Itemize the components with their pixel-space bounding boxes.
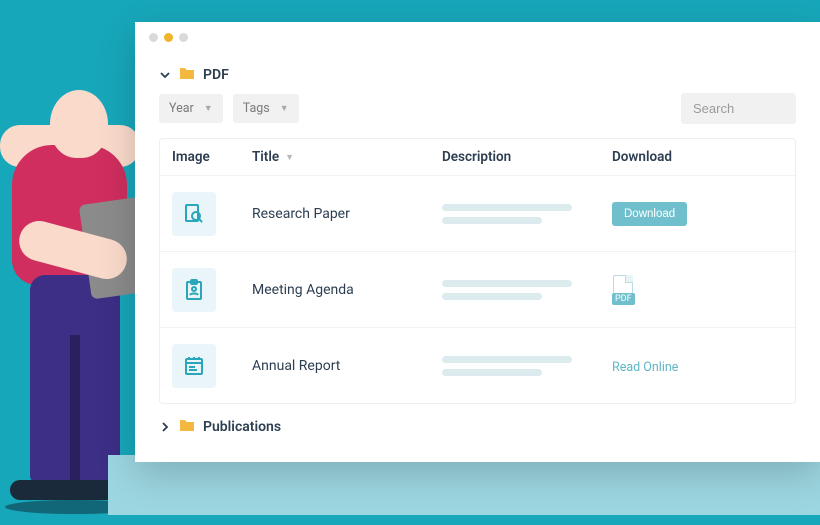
row-title: Annual Report [252,358,442,374]
table-row: Annual Report Read Online [160,327,795,403]
caret-down-icon: ▼ [280,103,289,114]
read-online-link[interactable]: Read Online [612,360,678,375]
doc-search-icon [172,192,216,236]
table-header: Image Title ▼ Description Download [160,139,795,175]
row-description-placeholder [442,204,612,224]
filter-year[interactable]: Year ▼ [159,94,223,123]
filter-bar: Year ▼ Tags ▼ [159,93,796,124]
row-description-placeholder [442,280,612,300]
table-row: Meeting Agenda PDF [160,251,795,327]
folder-icon [179,418,195,435]
documents-table: Image Title ▼ Description Download Resea… [159,138,796,404]
filter-tags[interactable]: Tags ▼ [233,94,299,123]
clipboard-user-icon [172,268,216,312]
col-description: Description [442,149,612,165]
folder-publications-label: Publications [203,419,281,435]
col-download: Download [612,149,732,165]
window-dot-close[interactable] [149,33,158,42]
row-title: Meeting Agenda [252,282,442,298]
folder-icon [179,66,195,83]
folder-pdf-label: PDF [203,67,229,83]
calendar-notes-icon [172,344,216,388]
app-window: PDF Year ▼ Tags ▼ Image Title ▼ Descript… [135,22,820,462]
table-row: Research Paper Download [160,175,795,251]
window-dot-max[interactable] [179,33,188,42]
chevron-down-icon [159,69,171,81]
row-description-placeholder [442,356,612,376]
sort-caret-icon: ▼ [285,152,294,163]
col-title[interactable]: Title ▼ [252,149,442,165]
filter-tags-label: Tags [243,101,270,116]
filter-year-label: Year [169,101,194,116]
caret-down-icon: ▼ [204,103,213,114]
folder-pdf[interactable]: PDF [159,66,796,83]
window-titlebar [135,22,820,52]
back-panel [108,455,820,515]
search-input[interactable] [681,93,796,124]
pdf-badge-icon[interactable]: PDF [612,275,635,305]
download-button[interactable]: Download [612,202,687,226]
content-area: PDF Year ▼ Tags ▼ Image Title ▼ Descript… [135,52,820,462]
col-image: Image [172,149,252,165]
row-title: Research Paper [252,206,442,222]
window-dot-min[interactable] [164,33,173,42]
chevron-right-icon [159,421,171,433]
folder-publications[interactable]: Publications [159,418,796,435]
